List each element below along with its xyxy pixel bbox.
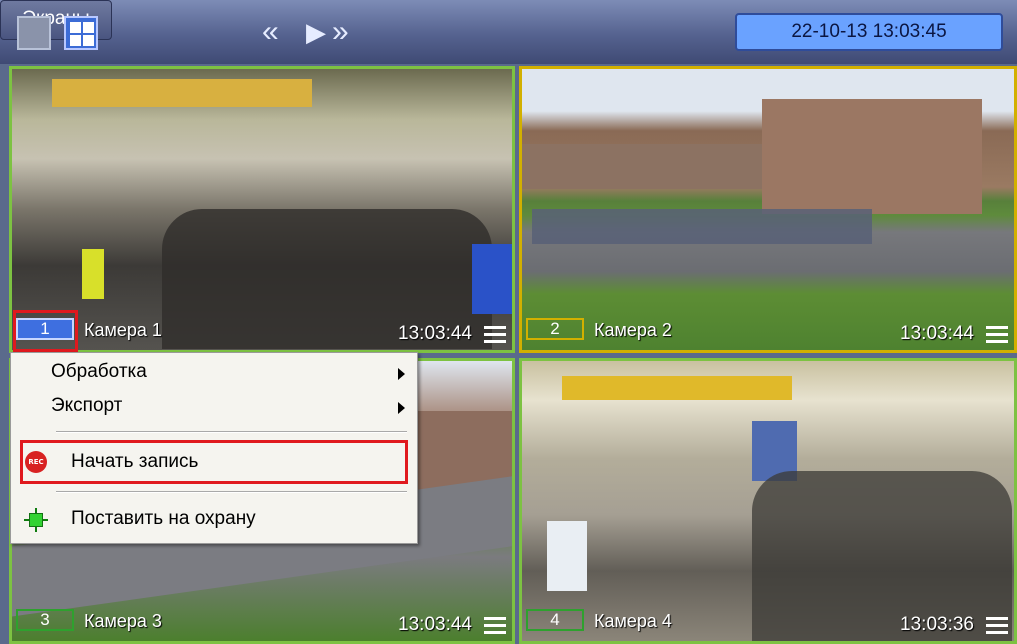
menu-item-arm[interactable]: Поставить на охрану (71, 508, 256, 530)
camera-1-menu-icon[interactable] (484, 326, 506, 344)
grid-icon-cell (70, 35, 81, 46)
top-toolbar: Экраны « ▶ » 22-10-13 13:03:45 (0, 0, 1017, 64)
camera-1-name: Камера 1 (84, 320, 162, 340)
signboard (52, 79, 312, 107)
grid-icon-cell (70, 22, 81, 33)
camera-context-menu: Обработка Экспорт REC Начать запись Пост… (10, 352, 418, 544)
camera-1-video (12, 69, 512, 350)
grid-view-button[interactable] (64, 16, 98, 50)
camera-2-number[interactable]: 2 (526, 318, 584, 340)
submenu-arrow-icon (398, 368, 405, 380)
arm-icon (24, 508, 48, 532)
camera-4-time: 13:03:36 (900, 614, 974, 635)
camera-1-time: 13:03:44 (398, 323, 472, 344)
camera-1-tile[interactable]: 1 Камера 1 13:03:44 (9, 66, 515, 353)
play-icon[interactable]: ▶ (306, 16, 326, 48)
camera-4-number[interactable]: 4 (526, 609, 584, 631)
signboard (562, 376, 792, 400)
camera-2-time: 13:03:44 (900, 323, 974, 344)
grid-icon-cell (83, 35, 94, 46)
camera-3-menu-icon[interactable] (484, 617, 506, 635)
menu-separator (56, 431, 407, 433)
grid-icon-cell (83, 22, 94, 33)
start-recording-highlight (20, 440, 408, 484)
camera-3-time: 13:03:44 (398, 614, 472, 635)
camera-4-tile[interactable]: 4 Камера 4 13:03:36 (519, 358, 1017, 644)
single-view-button[interactable] (17, 16, 51, 50)
datetime-display: 22-10-13 13:03:45 (735, 13, 1003, 51)
info-stand (547, 521, 587, 591)
menu-item-export[interactable]: Экспорт (51, 395, 122, 417)
blue-kiosk (472, 244, 512, 314)
person-yellow-vest (82, 249, 104, 299)
brick-building (762, 99, 982, 214)
camera-4-menu-icon[interactable] (986, 617, 1008, 635)
submenu-arrow-icon (398, 402, 405, 414)
low-building (522, 144, 762, 189)
parked-cars (532, 209, 872, 244)
camera-2-menu-icon[interactable] (986, 326, 1008, 344)
menu-item-processing[interactable]: Обработка (51, 361, 147, 383)
camera-3-number[interactable]: 3 (16, 609, 74, 631)
camera-1-number-highlight (13, 310, 78, 352)
rewind-icon[interactable]: « (262, 16, 279, 48)
camera-4-video (522, 361, 1014, 641)
menu-separator (56, 491, 407, 493)
fast-forward-icon[interactable]: » (332, 16, 349, 48)
camera-2-name: Камера 2 (594, 320, 672, 340)
camera-4-name: Камера 4 (594, 611, 672, 631)
camera-3-name: Камера 3 (84, 611, 162, 631)
camera-2-video (522, 69, 1014, 350)
camera-2-tile[interactable]: 2 Камера 2 13:03:44 (519, 66, 1017, 353)
